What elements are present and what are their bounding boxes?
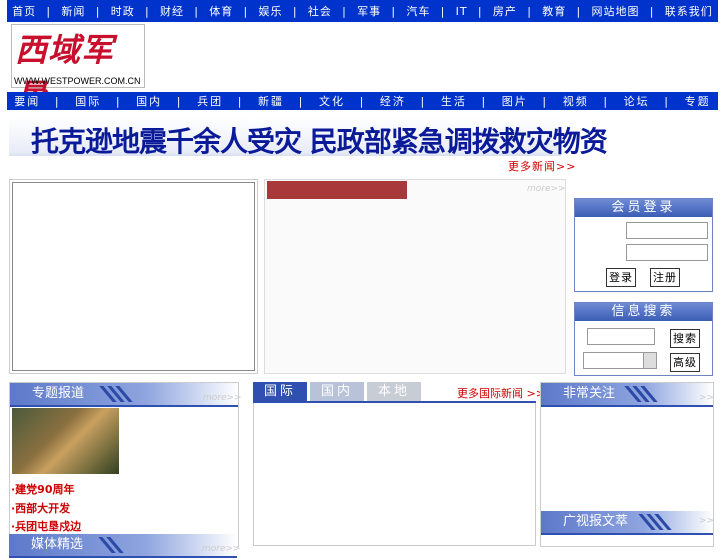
top-nav-item[interactable]: 房产 xyxy=(493,3,517,19)
nav-separator: | xyxy=(54,94,61,108)
top-nav-item[interactable]: 首页 xyxy=(12,3,36,19)
top-nav-item[interactable]: 新闻 xyxy=(61,3,85,19)
nav-separator: | xyxy=(243,4,249,18)
featured-title-bar[interactable] xyxy=(267,181,407,199)
search-button[interactable]: 搜索 xyxy=(670,329,700,348)
login-panel: 会员登录 登录 注册 xyxy=(574,198,713,292)
special-reports-header: 专题报道 more>> xyxy=(10,383,242,407)
headline-banner[interactable]: 托克逊地震千余人受灾 民政部紧急调拨救灾物资 xyxy=(9,118,608,158)
site-logo[interactable]: 西域军垦 WWW.WESTPOWER.COM.CN xyxy=(11,24,145,115)
advanced-search-button[interactable]: 高级 xyxy=(670,353,700,372)
tab-domestic[interactable]: 国内 xyxy=(310,382,364,401)
top-nav-item[interactable]: 财经 xyxy=(160,3,184,19)
nav-separator: | xyxy=(194,4,199,18)
top-nav-item[interactable]: 网站地图 xyxy=(591,3,639,19)
top-nav-item[interactable]: 教育 xyxy=(542,3,566,19)
tab-local[interactable]: 本地 xyxy=(367,382,421,401)
focus-more[interactable]: >> xyxy=(699,387,714,409)
sub-nav-item[interactable]: 国内 xyxy=(136,93,162,109)
nav-separator: | xyxy=(176,94,183,108)
nav-separator: | xyxy=(420,94,427,108)
nav-separator: | xyxy=(359,94,366,108)
search-title: 信息搜索 xyxy=(575,303,712,321)
top-nav-bar: 首页 | 新闻 | 时政 | 财经 | 体育 | 娱乐 | 社会 | 军事 | 汽车 | IT | 房产 | 教育 | 网站地图… xyxy=(7,0,718,22)
sub-nav-item[interactable]: 要闻 xyxy=(14,93,40,109)
focus-panel: 非常关注 >> 广视报文萃 >> xyxy=(540,382,714,547)
nav-separator: | xyxy=(95,4,101,18)
headline-text[interactable]: 托克逊地震千余人受灾 民政部紧急调拨救灾物资 xyxy=(31,120,608,160)
search-panel: 信息搜索 搜索 高级 xyxy=(574,302,713,376)
top-nav-item[interactable]: IT xyxy=(456,5,468,18)
username-input[interactable] xyxy=(626,222,708,239)
nav-separator: | xyxy=(481,94,488,108)
news-tab-bar: 国际 国内 本地 更多国际新闻 >> xyxy=(253,382,545,403)
select-arrow-icon[interactable] xyxy=(643,353,656,368)
nav-separator: | xyxy=(342,4,347,18)
nav-separator: | xyxy=(237,94,244,108)
sub-nav-item[interactable]: 国际 xyxy=(75,93,101,109)
nav-separator: | xyxy=(542,94,549,108)
login-title: 会员登录 xyxy=(575,199,712,217)
sub-nav-item[interactable]: 视频 xyxy=(563,93,589,109)
top-nav-item[interactable]: 时政 xyxy=(111,3,135,19)
nav-separator: | xyxy=(391,4,397,18)
more-news-link[interactable]: 更多新闻>> xyxy=(508,158,576,174)
search-input[interactable] xyxy=(587,328,655,345)
nav-separator: | xyxy=(298,94,305,108)
sub-nav-item[interactable]: 兵团 xyxy=(197,93,223,109)
nav-separator: | xyxy=(115,94,122,108)
tab-international[interactable]: 国际 xyxy=(253,382,307,401)
special-report-item[interactable]: ·兵团屯垦戍边 xyxy=(11,518,81,534)
focus-title: 非常关注 xyxy=(563,386,616,401)
sub-nav-item[interactable]: 文化 xyxy=(319,93,345,109)
sub-nav-item[interactable]: 新疆 xyxy=(258,93,284,109)
nav-separator: | xyxy=(440,4,446,18)
special-report-photo[interactable] xyxy=(12,408,119,474)
top-nav-item[interactable]: 社会 xyxy=(308,3,332,19)
nav-separator: | xyxy=(664,94,670,108)
nav-separator: | xyxy=(527,4,532,18)
special-reports-title: 专题报道 xyxy=(32,386,85,401)
category-select[interactable] xyxy=(583,352,657,369)
featured-image-box xyxy=(9,179,258,374)
news-tab-content xyxy=(253,403,536,546)
sub-nav-item[interactable]: 论坛 xyxy=(624,93,650,109)
nav-separator: | xyxy=(46,4,52,18)
media-articles-title: 广视报文萃 xyxy=(563,514,629,529)
nav-separator: | xyxy=(603,94,610,108)
nav-separator: | xyxy=(292,4,298,18)
top-nav-item[interactable]: 军事 xyxy=(357,3,381,19)
logo-url: WWW.WESTPOWER.COM.CN xyxy=(14,76,141,86)
nav-separator: | xyxy=(576,4,582,18)
login-button[interactable]: 登录 xyxy=(606,268,636,287)
sub-nav-item[interactable]: 专题 xyxy=(685,93,711,109)
sub-nav-bar: 要闻 | 国际 | 国内 | 兵团 | 新疆 | 文化 | 经济 | 生活 | 图片 | 视频 | 论坛 | 专题 xyxy=(7,92,718,110)
nav-separator: | xyxy=(477,4,483,18)
sub-nav-item[interactable]: 经济 xyxy=(380,93,406,109)
focus-header: 非常关注 >> xyxy=(541,383,714,409)
special-report-item[interactable]: ·西部大开发 xyxy=(11,500,70,516)
top-nav-item[interactable]: 联系我们 xyxy=(665,3,713,19)
nav-separator: | xyxy=(144,4,150,18)
media-articles-header: 广视报文萃 xyxy=(541,511,713,535)
sub-nav-item[interactable]: 生活 xyxy=(441,93,467,109)
special-reports-more[interactable]: more>> xyxy=(203,387,242,409)
media-picks-more[interactable]: more>> xyxy=(202,538,241,560)
register-button[interactable]: 注册 xyxy=(650,268,680,287)
media-picks-header: 媒体精选 more>> xyxy=(9,534,241,558)
sub-nav-item[interactable]: 图片 xyxy=(502,93,528,109)
top-nav-item[interactable]: 体育 xyxy=(209,3,233,19)
more-international-link[interactable]: 更多国际新闻 >> xyxy=(457,385,545,401)
media-picks-panel: 媒体精选 more>> xyxy=(9,534,241,558)
nav-separator: | xyxy=(649,4,655,18)
password-input[interactable] xyxy=(626,244,708,261)
featured-image-frame[interactable] xyxy=(12,182,255,371)
special-report-item[interactable]: ·建党90周年 xyxy=(11,481,75,497)
top-nav-item[interactable]: 娱乐 xyxy=(259,3,283,19)
top-nav-item[interactable]: 汽车 xyxy=(406,3,430,19)
featured-more-link[interactable]: more>> xyxy=(527,184,566,194)
featured-news-box: more>> xyxy=(264,179,566,374)
media-articles-more[interactable]: >> xyxy=(699,516,714,526)
